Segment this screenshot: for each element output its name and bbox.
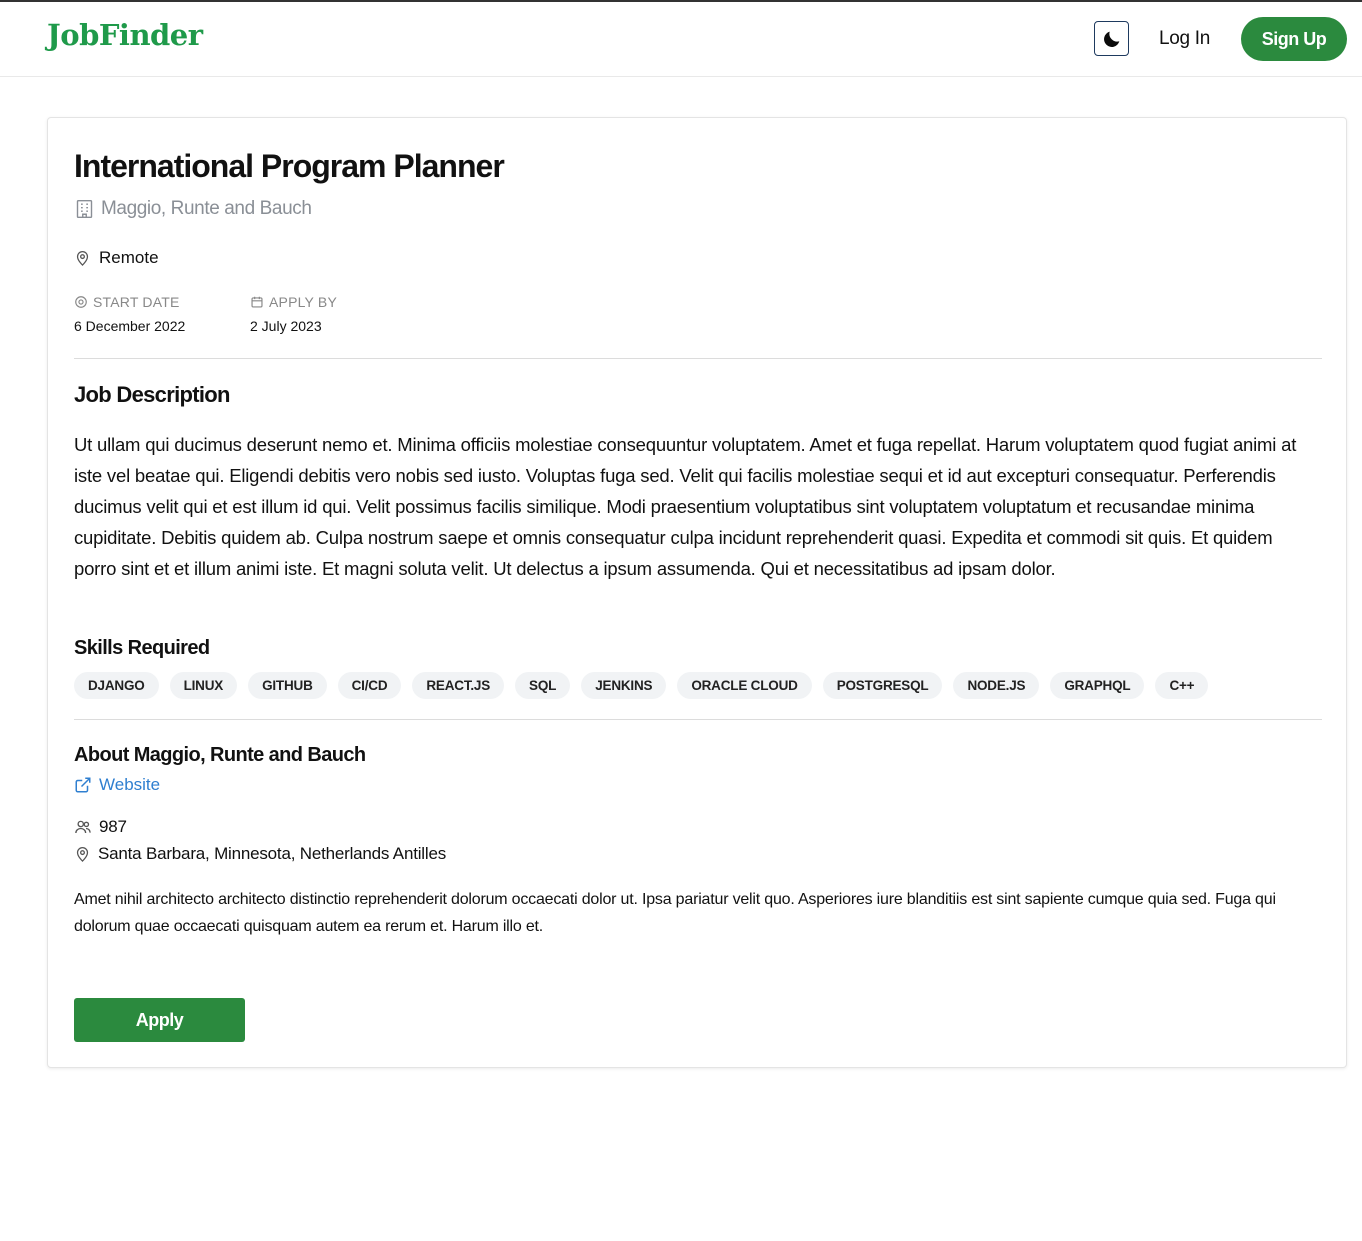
- external-link-icon: [74, 776, 92, 794]
- skill-chip: REACT.JS: [412, 672, 505, 699]
- building-icon: [74, 198, 95, 220]
- job-location-row: Remote: [74, 248, 159, 268]
- apply-by-label: APPLY BY: [269, 294, 338, 310]
- start-date-value: 6 December 2022: [74, 318, 186, 334]
- divider: [74, 358, 1322, 359]
- job-location: Remote: [99, 248, 159, 267]
- users-icon: [74, 818, 92, 836]
- divider: [74, 719, 1322, 720]
- skill-chip: GRAPHQL: [1050, 672, 1145, 699]
- website-link[interactable]: Website: [99, 775, 160, 795]
- start-date-block: START DATE 6 December 2022: [74, 294, 185, 334]
- login-link[interactable]: Log In: [1159, 28, 1210, 50]
- website-link-row[interactable]: Website: [74, 775, 160, 795]
- skills-title: Skills Required: [74, 637, 210, 659]
- apply-by-block: APPLY BY 2 July 2023: [250, 294, 337, 334]
- calendar-icon: [250, 295, 264, 309]
- job-description-text: Ut ullam qui ducimus deserunt nemo et. M…: [74, 434, 1297, 579]
- skills-list: DJANGO LINUX GITHUB CI/CD REACT.JS SQL J…: [74, 672, 1209, 699]
- apply-by-value: 2 July 2023: [250, 318, 322, 334]
- target-icon: [74, 295, 88, 309]
- headquarters-location: Santa Barbara, Minnesota, Netherlands An…: [98, 844, 447, 863]
- about-company-text: Amet nihil architecto architecto distinc…: [74, 891, 1276, 935]
- employees-row: 987: [74, 817, 127, 837]
- map-pin-icon: [74, 845, 91, 863]
- skill-chip: DJANGO: [74, 672, 159, 699]
- start-date-label: START DATE: [93, 294, 180, 310]
- skill-chip: C++: [1155, 672, 1209, 699]
- skill-chip: POSTGRESQL: [822, 672, 943, 699]
- apply-button[interactable]: Apply: [74, 998, 245, 1042]
- skill-chip: NODE.JS: [953, 672, 1040, 699]
- signup-button[interactable]: Sign Up: [1241, 17, 1347, 61]
- skill-chip: JENKINS: [581, 672, 667, 699]
- skill-chip: ORACLE CLOUD: [677, 672, 812, 699]
- employee-count: 987: [99, 817, 127, 836]
- navbar: JobFinder Log In Sign Up: [0, 2, 1362, 77]
- skill-chip: GITHUB: [248, 672, 327, 699]
- logo[interactable]: JobFinder: [47, 18, 203, 52]
- theme-toggle-button[interactable]: [1094, 21, 1129, 56]
- skill-chip: LINUX: [169, 672, 238, 699]
- job-detail-card: International Program Planner Maggio, Ru…: [47, 117, 1347, 1068]
- company-row: Maggio, Runte and Bauch: [74, 198, 312, 220]
- company-name: Maggio, Runte and Bauch: [101, 198, 312, 219]
- map-pin-icon: [74, 249, 91, 267]
- about-company-title: About Maggio, Runte and Bauch: [74, 744, 366, 766]
- job-description-title: Job Description: [74, 382, 230, 407]
- job-title: International Program Planner: [74, 148, 505, 184]
- moon-icon: [1101, 28, 1123, 50]
- headquarters-row: Santa Barbara, Minnesota, Netherlands An…: [74, 844, 446, 864]
- skill-chip: SQL: [515, 672, 571, 699]
- skill-chip: CI/CD: [337, 672, 402, 699]
